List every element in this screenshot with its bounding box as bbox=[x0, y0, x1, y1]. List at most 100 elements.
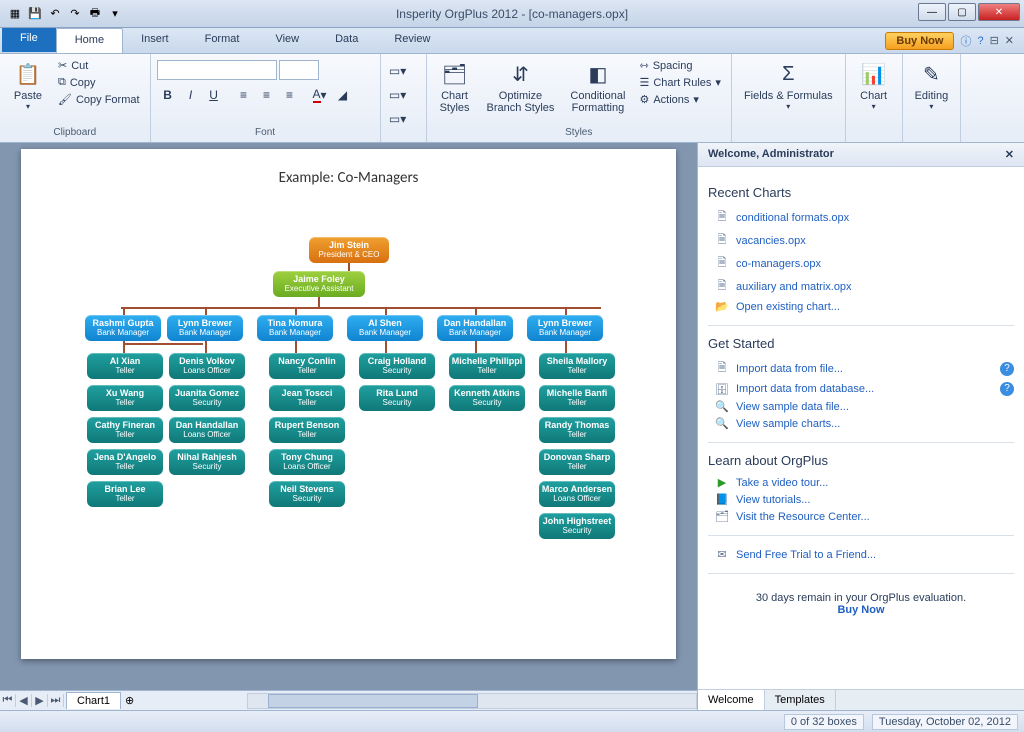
font-size-select[interactable] bbox=[279, 60, 319, 80]
org-node[interactable]: Rupert BensonTeller bbox=[269, 417, 345, 443]
chart-rules-button[interactable]: ☰Chart Rules ▾ bbox=[635, 75, 724, 90]
org-node[interactable]: Jim SteinPresident & CEO bbox=[309, 237, 389, 263]
org-node[interactable]: Lynn BrewerBank Manager bbox=[167, 315, 243, 341]
actions-button[interactable]: ⚙Actions ▾ bbox=[635, 92, 724, 107]
org-node[interactable]: Kenneth AtkinsSecurity bbox=[449, 385, 525, 411]
resource-center-link[interactable]: 🗂Visit the Resource Center... bbox=[708, 508, 1014, 525]
org-node[interactable]: Denis VolkovLoans Officer bbox=[169, 353, 245, 379]
tab-home[interactable]: Home bbox=[56, 28, 123, 53]
paste-button[interactable]: 📋 Paste ▾ bbox=[6, 56, 50, 113]
shape-style-button[interactable]: ▭▾ bbox=[387, 108, 409, 130]
align-right-button[interactable]: ≡ bbox=[279, 84, 301, 106]
tab-view[interactable]: View bbox=[257, 28, 317, 53]
sample-charts-link[interactable]: 🔍View sample charts... bbox=[708, 415, 1014, 432]
highlight-button[interactable]: ◢ bbox=[332, 84, 354, 106]
org-node[interactable]: Neil StevensSecurity bbox=[269, 481, 345, 507]
org-node[interactable]: Nihal RahjeshSecurity bbox=[169, 449, 245, 475]
org-node[interactable]: Rita LundSecurity bbox=[359, 385, 435, 411]
add-sheet-button[interactable]: ⊕ bbox=[121, 694, 138, 707]
tab-data[interactable]: Data bbox=[317, 28, 376, 53]
underline-button[interactable]: U bbox=[203, 84, 225, 106]
org-node[interactable]: Craig HollandSecurity bbox=[359, 353, 435, 379]
org-node[interactable]: Tina NomuraBank Manager bbox=[257, 315, 333, 341]
redo-icon[interactable]: ↷ bbox=[66, 5, 84, 23]
font-color-button[interactable]: A▾ bbox=[309, 84, 331, 106]
recent-chart-link[interactable]: 🗎conditional formats.opx bbox=[708, 206, 1014, 229]
org-node[interactable]: Michelle PhilippiTeller bbox=[449, 353, 525, 379]
optimize-button[interactable]: ⇵Optimize Branch Styles bbox=[481, 56, 561, 116]
recent-chart-link[interactable]: 🗎auxiliary and matrix.opx bbox=[708, 275, 1014, 298]
org-node[interactable]: Al XianTeller bbox=[87, 353, 163, 379]
org-chart[interactable]: Jim SteinPresident & CEOJaime FoleyExecu… bbox=[21, 187, 676, 247]
shape-outline-button[interactable]: ▭▾ bbox=[387, 84, 409, 106]
import-db-link[interactable]: 🗄Import data from database...? bbox=[708, 380, 1014, 398]
org-node[interactable]: Juanita GomezSecurity bbox=[169, 385, 245, 411]
org-node[interactable]: John HighstreetSecurity bbox=[539, 513, 615, 539]
buy-now-button[interactable]: Buy Now bbox=[885, 32, 954, 50]
align-left-button[interactable]: ≡ bbox=[233, 84, 255, 106]
org-node[interactable]: Al ShenBank Manager bbox=[347, 315, 423, 341]
undo-icon[interactable]: ↶ bbox=[46, 5, 64, 23]
recent-chart-link[interactable]: 🗎co-managers.opx bbox=[708, 252, 1014, 275]
org-node[interactable]: Dan HandallanBank Manager bbox=[437, 315, 513, 341]
chart-styles-button[interactable]: 🗂Chart Styles bbox=[433, 56, 477, 116]
eval-buy-now-link[interactable]: Buy Now bbox=[837, 604, 884, 616]
canvas-scroll[interactable]: Example: Co-Managers Jim SteinPresident … bbox=[0, 143, 697, 690]
sample-data-link[interactable]: 🔍View sample data file... bbox=[708, 398, 1014, 415]
org-node[interactable]: Marco AndersenLoans Officer bbox=[539, 481, 615, 507]
sheet-next-button[interactable]: ▶ bbox=[32, 694, 48, 707]
tab-insert[interactable]: Insert bbox=[123, 28, 187, 53]
video-tour-link[interactable]: ▶Take a video tour... bbox=[708, 474, 1014, 491]
org-node[interactable]: Michelle BanfiTeller bbox=[539, 385, 615, 411]
horizontal-scrollbar[interactable] bbox=[247, 693, 697, 709]
align-center-button[interactable]: ≡ bbox=[256, 84, 278, 106]
tab-review[interactable]: Review bbox=[376, 28, 448, 53]
sheet-tab[interactable]: Chart1 bbox=[66, 692, 121, 709]
ribbon-minimize-icon[interactable]: ⊟ bbox=[990, 34, 999, 47]
org-node[interactable]: Dan HandallanLoans Officer bbox=[169, 417, 245, 443]
org-node[interactable]: Donovan SharpTeller bbox=[539, 449, 615, 475]
tab-format[interactable]: Format bbox=[187, 28, 258, 53]
org-node[interactable]: Jaime FoleyExecutive Assistant bbox=[273, 271, 365, 297]
panel-tab-templates[interactable]: Templates bbox=[765, 690, 836, 710]
recent-chart-link[interactable]: 🗎vacancies.opx bbox=[708, 229, 1014, 252]
org-node[interactable]: Xu WangTeller bbox=[87, 385, 163, 411]
qat-dropdown-icon[interactable]: ▾ bbox=[106, 5, 124, 23]
italic-button[interactable]: I bbox=[180, 84, 202, 106]
org-node[interactable]: Tony ChungLoans Officer bbox=[269, 449, 345, 475]
sheet-first-button[interactable]: ⏮ bbox=[0, 694, 16, 707]
panel-close-icon[interactable]: ✕ bbox=[1005, 148, 1014, 161]
import-file-link[interactable]: 🗎Import data from file...? bbox=[708, 357, 1014, 380]
info-icon[interactable]: ⓘ bbox=[960, 33, 971, 49]
conditional-formatting-button[interactable]: ◧Conditional Formatting bbox=[564, 56, 631, 116]
org-node[interactable]: Brian LeeTeller bbox=[87, 481, 163, 507]
help-badge-icon[interactable]: ? bbox=[1000, 362, 1014, 376]
maximize-button[interactable]: ▢ bbox=[948, 3, 976, 21]
org-node[interactable]: Randy ThomasTeller bbox=[539, 417, 615, 443]
spacing-button[interactable]: ⇿Spacing bbox=[635, 58, 724, 73]
minimize-button[interactable]: — bbox=[918, 3, 946, 21]
org-node[interactable]: Cathy FineranTeller bbox=[87, 417, 163, 443]
fields-formulas-button[interactable]: ΣFields & Formulas▾ bbox=[738, 56, 839, 113]
font-family-select[interactable] bbox=[157, 60, 277, 80]
send-trial-link[interactable]: ✉Send Free Trial to a Friend... bbox=[708, 546, 1014, 563]
org-node[interactable]: Lynn BrewerBank Manager bbox=[527, 315, 603, 341]
print-icon[interactable]: 🖶 bbox=[86, 5, 104, 23]
org-node[interactable]: Jena D'AngeloTeller bbox=[87, 449, 163, 475]
scrollbar-thumb[interactable] bbox=[268, 694, 478, 708]
copy-button[interactable]: ⧉Copy bbox=[54, 75, 144, 90]
close-button[interactable]: ✕ bbox=[978, 3, 1020, 21]
chart-button[interactable]: 📊Chart▾ bbox=[852, 56, 896, 113]
shape-fill-button[interactable]: ▭▾ bbox=[387, 60, 409, 82]
sheet-last-button[interactable]: ⏭ bbox=[48, 694, 64, 707]
copy-format-button[interactable]: 🖌Copy Format bbox=[54, 92, 144, 107]
help-icon[interactable]: ? bbox=[977, 35, 983, 47]
cut-button[interactable]: ✂Cut bbox=[54, 58, 144, 73]
mdi-close-icon[interactable]: ✕ bbox=[1005, 34, 1014, 47]
org-node[interactable]: Rashmi GuptaBank Manager bbox=[85, 315, 161, 341]
panel-tab-welcome[interactable]: Welcome bbox=[698, 690, 765, 710]
open-existing-link[interactable]: 📂Open existing chart... bbox=[708, 298, 1014, 315]
org-node[interactable]: Sheila MalloryTeller bbox=[539, 353, 615, 379]
bold-button[interactable]: B bbox=[157, 84, 179, 106]
help-badge-icon[interactable]: ? bbox=[1000, 382, 1014, 396]
